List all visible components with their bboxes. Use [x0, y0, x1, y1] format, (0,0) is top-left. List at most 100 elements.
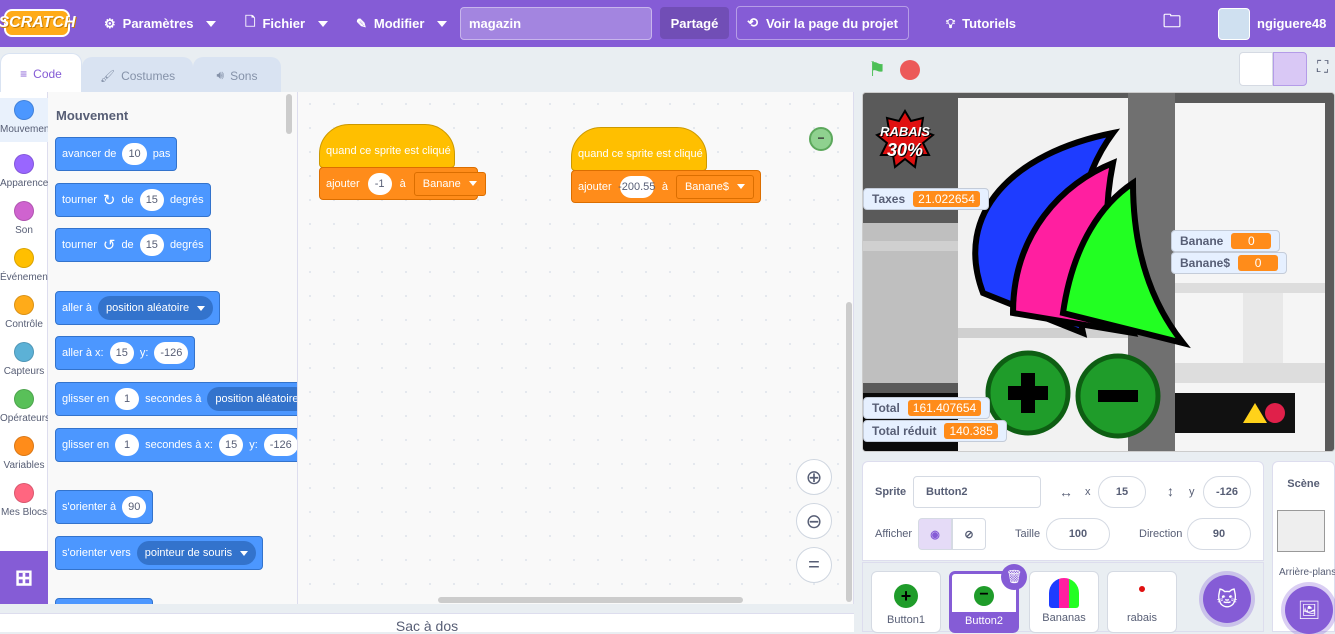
small-stage-button[interactable] — [1239, 52, 1273, 86]
choose-sprite-button[interactable]: 🐱︎ — [1203, 575, 1251, 623]
variable-monitor[interactable]: Banane$ 0 — [1171, 252, 1288, 274]
file-menu[interactable]: 🗋 Fichier — [245, 0, 329, 47]
degrees-input[interactable]: 15 — [139, 234, 164, 256]
hide-button[interactable]: ⊘ — [952, 518, 986, 550]
dropdown-value: position aléatoire — [215, 393, 298, 405]
degrees-input[interactable]: 15 — [139, 189, 164, 211]
normal-stage-button[interactable] — [1273, 52, 1307, 86]
my-stuff-folder-icon[interactable]: 🗀 — [1163, 0, 1181, 47]
choose-backdrop-button[interactable]: 🖼︎ — [1285, 586, 1333, 634]
turn-right-block[interactable]: tourner ↻ de 15 degrés — [55, 183, 211, 217]
stage[interactable]: RABAIS 30% Taxes 21.022654 Banane 0 Banane… — [862, 92, 1335, 452]
x-field[interactable]: 15 — [1098, 476, 1146, 508]
category-events[interactable]: Événements — [0, 248, 56, 283]
variable-dropdown[interactable]: Banane — [413, 171, 486, 196]
see-project-page-button[interactable]: ⟲ Voir la page du projet — [736, 6, 909, 40]
block-text: secondes à x: — [145, 439, 213, 451]
seconds-input[interactable]: 1 — [115, 388, 140, 410]
monitor-value: 0 — [1231, 233, 1272, 249]
direction-input[interactable]: 90 — [122, 496, 147, 518]
category-sound[interactable]: Son — [0, 201, 48, 236]
palette-scrollbar[interactable] — [286, 94, 292, 134]
sprite-tile-bananas[interactable]: Bananas — [1029, 571, 1099, 633]
value-input[interactable]: -1 — [367, 172, 392, 195]
variable-monitor[interactable]: Taxes 21.022654 — [863, 188, 989, 210]
settings-menu[interactable]: ⚙ Paramètres — [104, 0, 217, 47]
stage-selector[interactable]: Scène Arrière-plans 🖼︎ — [1272, 461, 1335, 634]
change-variable-block[interactable]: ajouter -1 à Banane — [319, 167, 486, 200]
point-towards-block[interactable]: s'orienter vers pointeur de souris — [55, 536, 264, 570]
tab-costumes[interactable]: 🖌︎ Costumes — [82, 57, 193, 93]
category-operators[interactable]: Opérateurs — [0, 389, 50, 424]
tutorials-button[interactable]: 💡︎ Tutoriels — [946, 0, 1016, 47]
zoom-reset-button[interactable]: = — [796, 547, 832, 583]
stop-icon[interactable] — [900, 60, 920, 80]
rabais-sign: RABAIS 30% — [873, 123, 937, 159]
move-block[interactable]: avancer de 10 pas — [55, 137, 178, 171]
plus-icon: + — [894, 584, 918, 608]
glide-xy-block[interactable]: glisser en 1 secondes à x: 15 y: -126 — [55, 428, 297, 462]
vertical-scrollbar[interactable] — [846, 302, 852, 602]
goto-dropdown[interactable]: position aléatoire — [97, 296, 214, 320]
seconds-input[interactable]: 1 — [115, 434, 140, 456]
project-title-input[interactable] — [460, 7, 652, 40]
delete-sprite-button[interactable]: 🗑︎ — [1001, 564, 1027, 590]
direction-field[interactable]: 90 — [1187, 518, 1251, 550]
sprite-name-input[interactable] — [913, 476, 1041, 508]
sprite-tile-rabais[interactable]: rabais — [1107, 571, 1177, 633]
category-variables[interactable]: Variables — [0, 436, 48, 471]
add-extension-button[interactable]: ⊞ — [0, 551, 48, 604]
minus-icon: − — [974, 586, 994, 606]
glide-dropdown[interactable]: position aléatoire — [207, 387, 298, 411]
x-input[interactable]: 15 — [109, 342, 134, 364]
scratch-logo[interactable]: SCRATCH — [0, 9, 76, 37]
category-looks[interactable]: Apparence — [0, 154, 48, 189]
fullscreen-icon[interactable]: ⛶ — [1317, 59, 1328, 77]
tab-sounds-label: Sons — [230, 68, 258, 83]
zoom-out-button[interactable]: ⊖ — [796, 503, 832, 539]
goto-block[interactable]: aller à position aléatoire — [55, 291, 221, 325]
value-input[interactable]: -200.55 — [618, 175, 655, 198]
account-menu[interactable]: ngiguere48 — [1218, 0, 1335, 47]
partial-block[interactable] — [55, 598, 153, 604]
block-text: degrés — [169, 194, 204, 206]
size-field[interactable]: 100 — [1046, 518, 1110, 550]
variable-dropdown[interactable]: Banane$ — [675, 174, 754, 199]
tab-sounds[interactable]: 🔊︎ Sons — [193, 57, 281, 93]
point-towards-dropdown[interactable]: pointeur de souris — [136, 541, 257, 565]
chevron-down-icon — [240, 550, 249, 556]
variable-monitor[interactable]: Total 161.407654 — [863, 397, 991, 419]
y-input[interactable]: -126 — [263, 434, 297, 456]
green-flag-icon[interactable]: ⚑ — [868, 59, 890, 81]
x-input[interactable]: 15 — [218, 434, 244, 456]
steps-input[interactable]: 10 — [122, 143, 147, 165]
share-button[interactable]: Partagé — [660, 7, 729, 39]
code-icon: ≡ — [20, 66, 28, 81]
hat-block[interactable]: quand ce sprite est cliqué — [319, 124, 455, 168]
script-workspace[interactable]: quand ce sprite est cliqué ajouter -1 à … — [298, 92, 854, 604]
category-sensing[interactable]: Capteurs — [0, 342, 48, 377]
show-visible-button[interactable]: ◉ — [918, 518, 952, 550]
hat-block[interactable]: quand ce sprite est cliqué — [571, 127, 707, 171]
category-motion[interactable]: Mouvement — [0, 98, 52, 142]
block-text: avancer de — [62, 148, 117, 160]
y-field[interactable]: -126 — [1203, 476, 1251, 508]
tab-code[interactable]: ≡ Code — [0, 53, 82, 93]
turn-left-block[interactable]: tourner ↺ de 15 degrés — [55, 228, 211, 262]
block-text: y: — [139, 347, 149, 359]
goto-xy-block[interactable]: aller à x: 15 y: -126 — [55, 336, 196, 370]
edit-menu[interactable]: ✎ Modifier — [356, 0, 448, 47]
variable-monitor[interactable]: Total réduit 140.385 — [863, 420, 1007, 442]
sprite-tile-button1[interactable]: + Button1 — [871, 571, 941, 633]
backpack[interactable]: Sac à dos — [0, 613, 854, 634]
point-direction-block[interactable]: s'orienter à 90 — [55, 490, 154, 524]
category-my-blocks[interactable]: Mes Blocs — [0, 483, 48, 518]
y-input[interactable]: -126 — [154, 342, 189, 364]
horizontal-scrollbar[interactable] — [438, 597, 743, 603]
eye-slash-icon: ⊘ — [964, 528, 974, 541]
glide-block[interactable]: glisser en 1 secondes à position aléatoire — [55, 382, 298, 416]
change-variable-block[interactable]: ajouter -200.55 à Banane$ — [571, 170, 761, 203]
zoom-in-button[interactable]: ⊕ — [796, 459, 832, 495]
variable-monitor[interactable]: Banane 0 — [1171, 230, 1281, 252]
category-control[interactable]: Contrôle — [0, 295, 48, 330]
